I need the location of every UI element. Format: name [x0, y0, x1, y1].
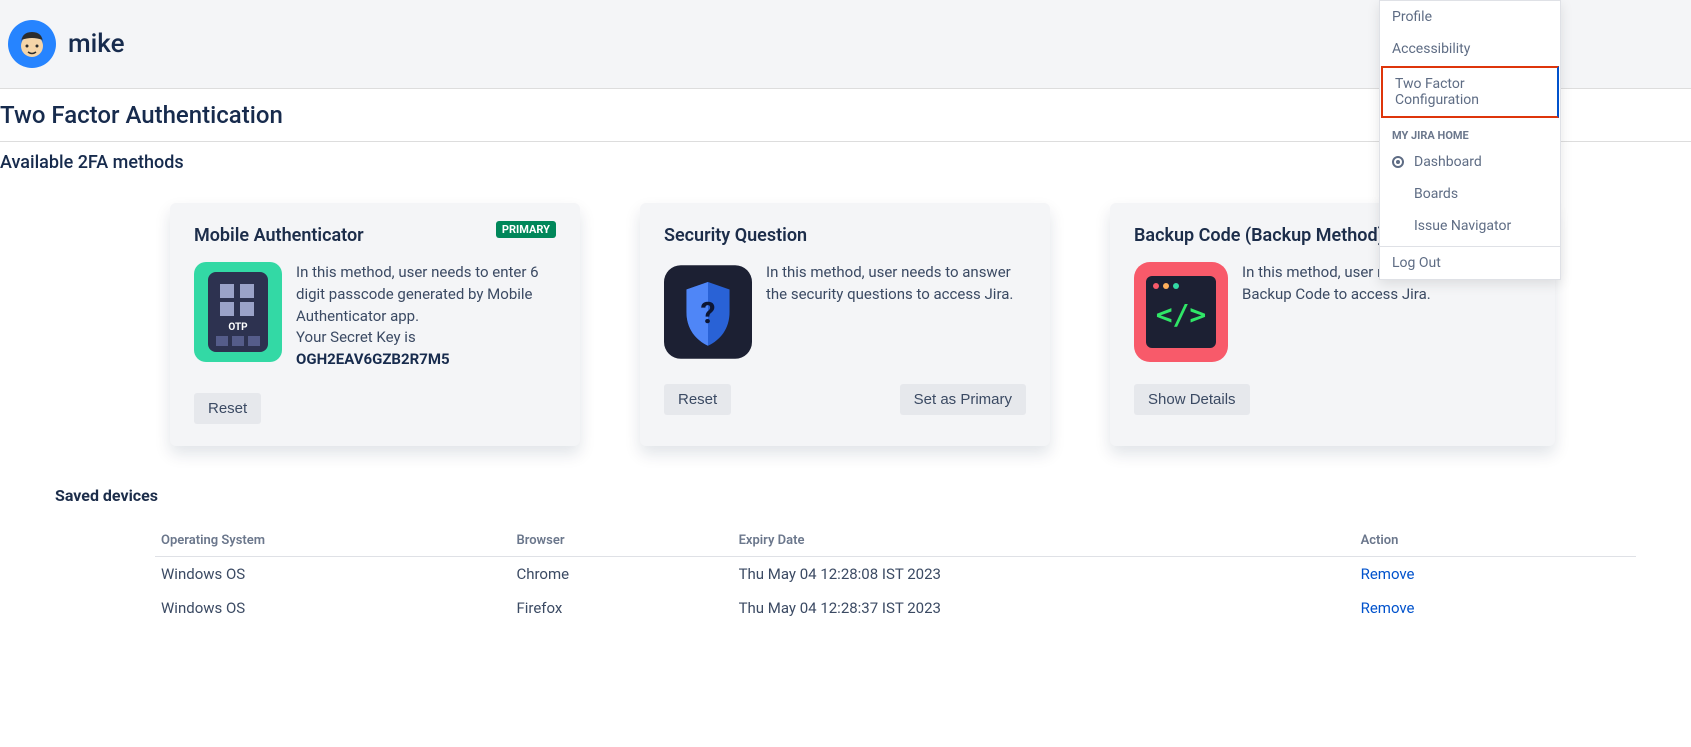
secret-key: OGH2EAV6GZB2R7M5 — [296, 350, 450, 368]
reset-button[interactable]: Reset — [194, 393, 261, 424]
col-browser: Browser — [510, 525, 732, 557]
saved-devices-section: Saved devices Operating System Browser E… — [0, 486, 1691, 655]
menu-accessibility[interactable]: Accessibility — [1380, 33, 1560, 65]
card-mobile-authenticator: Mobile Authenticator PRIMARY OTP In — [170, 203, 580, 446]
avatar-face-icon — [12, 24, 52, 64]
avatar[interactable] — [8, 20, 56, 68]
saved-devices-table: Operating System Browser Expiry Date Act… — [155, 525, 1636, 625]
menu-profile[interactable]: Profile — [1380, 1, 1560, 33]
remove-link[interactable]: Remove — [1361, 565, 1415, 583]
svg-text:?: ? — [701, 296, 716, 331]
menu-logout[interactable]: Log Out — [1380, 247, 1560, 279]
col-action: Action — [1355, 525, 1636, 557]
table-row: Windows OS Firefox Thu May 04 12:28:37 I… — [155, 591, 1636, 625]
security-question-icon: ? — [664, 262, 752, 362]
cell-expiry: Thu May 04 12:28:08 IST 2023 — [733, 556, 1355, 591]
secret-label: Your Secret Key is — [296, 328, 416, 346]
remove-link[interactable]: Remove — [1361, 599, 1415, 617]
show-details-button[interactable]: Show Details — [1134, 384, 1250, 415]
card-desc: In this method, user needs to answer the… — [766, 262, 1026, 306]
mobile-authenticator-icon: OTP — [194, 262, 282, 362]
col-expiry: Expiry Date — [733, 525, 1355, 557]
menu-two-factor-config[interactable]: Two Factor Configuration — [1381, 66, 1559, 118]
menu-issue-navigator[interactable]: Issue Navigator — [1380, 210, 1560, 242]
cell-browser: Chrome — [510, 556, 732, 591]
menu-dashboard[interactable]: Dashboard — [1380, 146, 1560, 178]
menu-section-title: MY JIRA HOME — [1380, 119, 1560, 146]
svg-text:OTP: OTP — [228, 322, 248, 333]
menu-boards[interactable]: Boards — [1380, 178, 1560, 210]
cell-os: Windows OS — [155, 591, 510, 625]
menu-dashboard-label: Dashboard — [1414, 154, 1482, 170]
backup-code-icon: </> — [1134, 262, 1228, 362]
username: mike — [68, 29, 125, 59]
col-os: Operating System — [155, 525, 510, 557]
card-security-question: Security Question ? In this method, user… — [640, 203, 1050, 446]
svg-text:</>: </> — [1156, 298, 1207, 331]
set-primary-button[interactable]: Set as Primary — [900, 384, 1026, 415]
table-row: Windows OS Chrome Thu May 04 12:28:08 IS… — [155, 556, 1636, 591]
cell-expiry: Thu May 04 12:28:37 IST 2023 — [733, 591, 1355, 625]
card-title: Security Question — [664, 225, 1026, 246]
user-dropdown-menu: Profile Accessibility Two Factor Configu… — [1379, 0, 1561, 280]
primary-badge: PRIMARY — [496, 221, 556, 238]
cell-os: Windows OS — [155, 556, 510, 591]
cell-browser: Firefox — [510, 591, 732, 625]
radio-checked-icon — [1392, 156, 1404, 168]
reset-button[interactable]: Reset — [664, 384, 731, 415]
card-desc: In this method, user needs to enter 6 di… — [296, 262, 556, 371]
saved-devices-title: Saved devices — [55, 486, 1636, 505]
mobile-auth-desc: In this method, user needs to enter 6 di… — [296, 263, 539, 325]
